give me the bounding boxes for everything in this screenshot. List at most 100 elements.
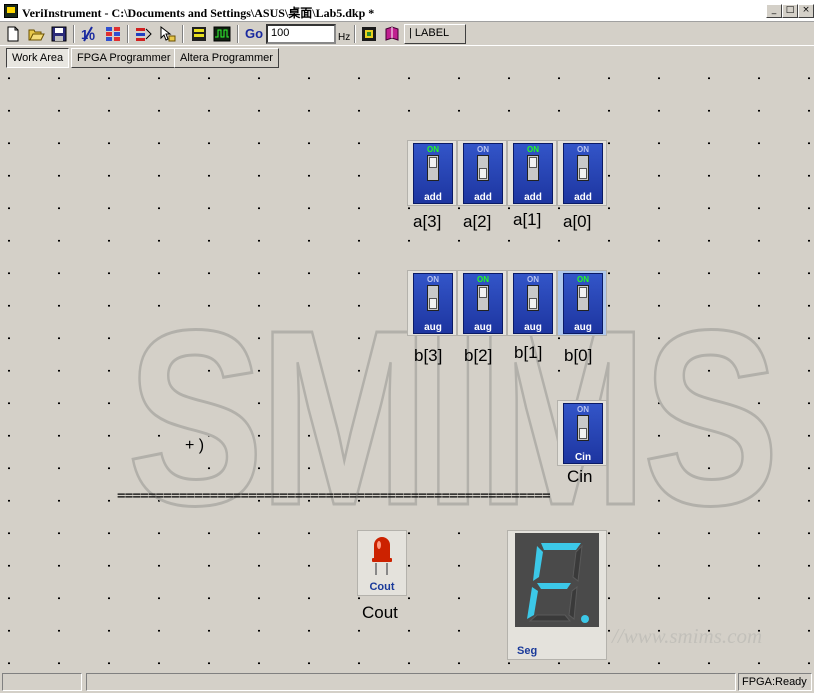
toggle-knob <box>479 168 487 179</box>
toolbar-separator <box>182 25 184 43</box>
toggle-slot-icon <box>427 155 439 181</box>
toggle-slot-icon <box>477 155 489 181</box>
binary-io-icon[interactable]: 10 <box>80 25 98 43</box>
go-label: Go <box>245 26 264 41</box>
switch-tag: Cin <box>574 452 592 463</box>
app-icon <box>4 4 18 18</box>
toggle-knob <box>579 287 587 298</box>
toggle-knob <box>479 287 487 298</box>
toggle-slot-icon <box>527 155 539 181</box>
window-title: VeriInstrument - C:\Documents and Settin… <box>22 6 375 20</box>
minimize-button[interactable]: _ <box>766 4 782 18</box>
label-tool-text: LABEL <box>414 27 450 39</box>
toggle-knob <box>529 298 537 309</box>
toggle-slot-icon <box>577 285 589 311</box>
chip-icon[interactable] <box>360 25 378 43</box>
signal-label: a[1] <box>513 210 542 229</box>
signal-label: a[2] <box>463 212 492 231</box>
status-bar: FPGA:Ready <box>0 671 814 693</box>
toggle-knob <box>529 157 537 168</box>
book-icon[interactable] <box>383 25 401 43</box>
signal-label: b[0] <box>564 346 593 365</box>
switch-cin[interactable]: ON Cin <box>557 400 607 466</box>
switch-tag: aug <box>424 322 442 333</box>
switch-on-label: ON <box>577 145 589 154</box>
close-button[interactable]: × <box>798 4 814 18</box>
switch-on-label: ON <box>427 145 439 154</box>
separator-line: ========================================… <box>117 488 551 504</box>
cout-led[interactable]: Cout <box>357 530 407 596</box>
switch-body: ON aug <box>463 273 503 334</box>
seven-segment-digit-icon <box>515 533 599 627</box>
led-icon <box>372 537 392 575</box>
switch-on-label: ON <box>527 275 539 284</box>
led-tag: Cout <box>369 581 395 593</box>
signal-label: Cin <box>567 467 593 486</box>
signal-label: a[3] <box>413 212 442 231</box>
seven-segment-display[interactable]: Seg <box>507 530 607 660</box>
toolbar-separator <box>73 25 75 43</box>
save-disk-icon[interactable] <box>50 25 68 43</box>
switch-body: ON add <box>513 143 553 204</box>
switch-tag: aug <box>474 322 492 333</box>
switch-on-label: ON <box>577 275 589 284</box>
waveform-icon[interactable] <box>213 25 231 43</box>
switch-on-label: ON <box>577 405 589 414</box>
seg-tag: Seg <box>517 645 538 657</box>
go-icon[interactable]: Go <box>244 25 264 43</box>
switch-on-label: ON <box>427 275 439 284</box>
signal-label: b[2] <box>464 346 493 365</box>
switch-body: ON aug <box>563 273 603 334</box>
switch-a0[interactable]: ON add <box>557 140 607 206</box>
switch-b1[interactable]: ON aug <box>507 270 557 336</box>
switch-body: ON add <box>413 143 453 204</box>
toggle-slot-icon <box>427 285 439 311</box>
switch-b3[interactable]: ON aug <box>407 270 457 336</box>
switch-on-label: ON <box>527 145 539 154</box>
memory-icon[interactable] <box>190 25 208 43</box>
status-cell <box>86 673 736 691</box>
dip-switch-icon[interactable] <box>104 25 122 43</box>
switch-b0[interactable]: ON aug <box>557 270 607 336</box>
toolbar-separator <box>237 25 239 43</box>
maximize-button[interactable]: □ <box>782 4 798 18</box>
frequency-unit: Hz <box>338 32 351 43</box>
toolbar: 10 Go 100 Hz | LABEL <box>0 22 814 46</box>
frequency-input[interactable]: 100 <box>266 24 336 44</box>
toolbar-separator <box>127 25 129 43</box>
switch-a1[interactable]: ON add <box>507 140 557 206</box>
switch-tag: add <box>474 192 492 203</box>
switch-tag: aug <box>574 322 592 333</box>
switch-body: ON add <box>463 143 503 204</box>
toggle-slot-icon <box>477 285 489 311</box>
tab-altera-programmer[interactable]: Altera Programmer <box>174 48 279 68</box>
pointer-tool-icon[interactable] <box>158 25 176 43</box>
new-file-icon[interactable] <box>4 25 22 43</box>
toggle-slot-icon <box>527 285 539 311</box>
tab-strip: Work Area FPGA Programmer Altera Program… <box>0 46 814 70</box>
cout-signal-label: Cout <box>362 603 398 622</box>
switch-a2[interactable]: ON add <box>457 140 507 206</box>
status-fpga-ready: FPGA:Ready <box>738 673 812 691</box>
switch-body: ON Cin <box>563 403 603 464</box>
switch-tag: add <box>424 192 442 203</box>
stray-text: + ) <box>185 437 205 454</box>
toggle-knob <box>579 428 587 439</box>
switch-on-label: ON <box>477 275 489 284</box>
switch-tag: add <box>524 192 542 203</box>
switch-tag: aug <box>524 322 542 333</box>
tab-work-area[interactable]: Work Area <box>6 48 70 68</box>
switch-a3[interactable]: ON add <box>407 140 457 206</box>
toggle-slot-icon <box>577 155 589 181</box>
toggle-knob <box>579 168 587 179</box>
toggle-knob <box>429 298 437 309</box>
switch-body: ON aug <box>413 273 453 334</box>
switch-b2[interactable]: ON aug <box>457 270 507 336</box>
logic-tool-icon[interactable] <box>134 25 152 43</box>
label-cursor-icon: | <box>409 27 412 39</box>
tab-fpga-programmer[interactable]: FPGA Programmer <box>71 48 177 68</box>
open-folder-icon[interactable] <box>27 25 45 43</box>
switch-on-label: ON <box>477 145 489 154</box>
signal-label: a[0] <box>563 212 592 231</box>
label-tool-button[interactable]: | LABEL <box>404 24 466 44</box>
